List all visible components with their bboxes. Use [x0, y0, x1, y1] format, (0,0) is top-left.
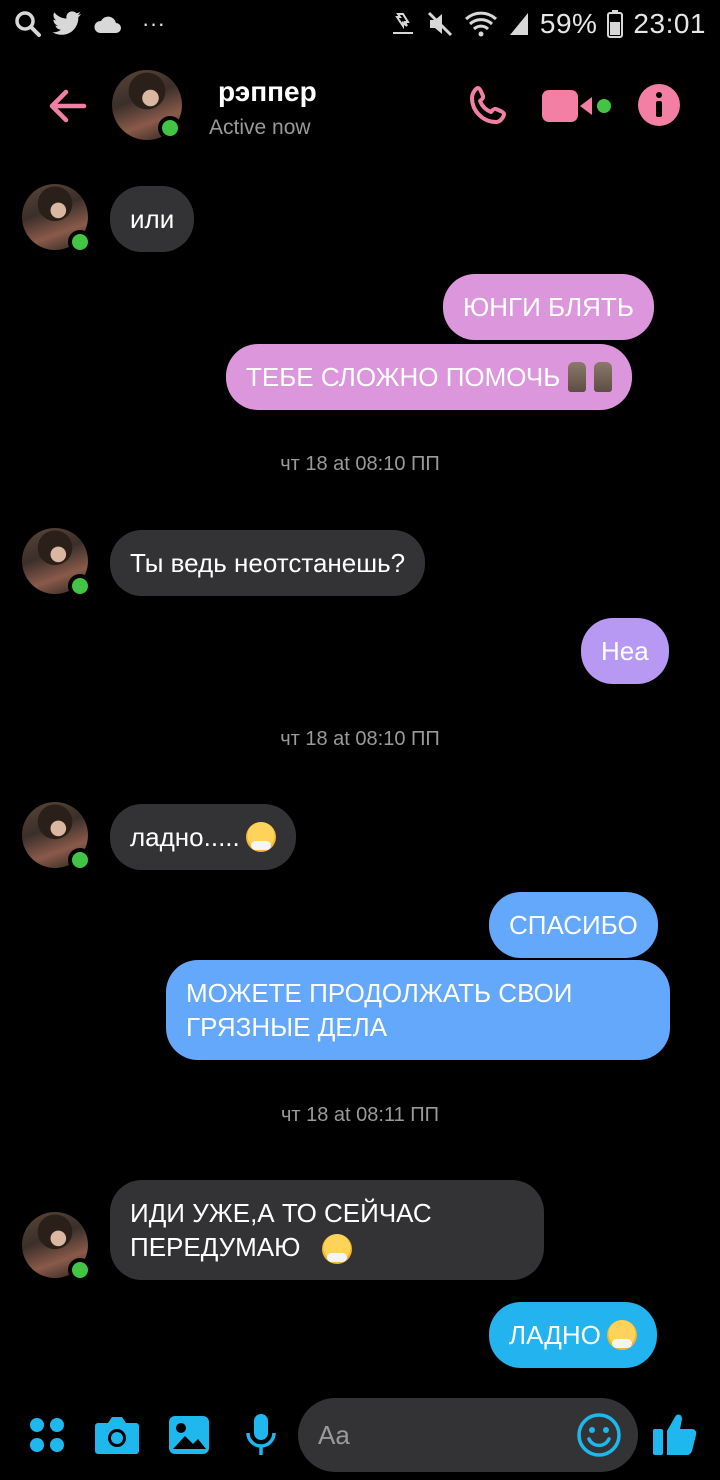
- smiley-icon: [577, 1413, 621, 1457]
- camera-icon: [95, 1417, 139, 1454]
- message-bubble[interactable]: ИДИ УЖЕ,А ТО СЕЙЧАС ПЕРЕДУМАЮ: [110, 1180, 544, 1280]
- voice-message-button[interactable]: [238, 1412, 284, 1458]
- mute-icon: [426, 10, 454, 38]
- message-text: СПАСИБО: [509, 910, 638, 940]
- message-text: МОЖЕТЕ ПРОДОЛЖАТЬ СВОИ ГРЯЗНЫЕ ДЕЛА: [186, 978, 573, 1042]
- timestamp: чт 18 at 08:10 ПП: [280, 728, 440, 750]
- message-text: ЮНГИ БЛЯТЬ: [463, 292, 634, 322]
- online-indicator: [68, 574, 92, 598]
- contact-name[interactable]: рэппер: [218, 76, 317, 108]
- message-bubble[interactable]: Неа: [581, 618, 669, 684]
- angry-face-emoji-icon: [322, 1234, 352, 1264]
- moai-emoji-icon: [568, 362, 587, 392]
- twitter-icon: [52, 11, 82, 37]
- online-indicator: [68, 230, 92, 254]
- gallery-button[interactable]: [166, 1412, 212, 1458]
- message-bubble[interactable]: Ты ведь неотстанешь?: [110, 530, 426, 596]
- more-notifications: ···: [142, 11, 166, 36]
- online-indicator: [68, 848, 92, 872]
- four-dots-icon: [30, 1418, 64, 1452]
- message-text: Ты ведь неотстанешь?: [130, 548, 406, 578]
- video-call-button[interactable]: [542, 86, 616, 126]
- online-indicator: [158, 116, 182, 140]
- image-icon: [169, 1416, 209, 1454]
- message-bubble[interactable]: ТЕБЕ СЛОЖНО ПОМОЧЬ: [226, 344, 633, 410]
- message-text: Неа: [601, 636, 649, 666]
- like-button[interactable]: [650, 1408, 700, 1458]
- data-saver-icon: [390, 11, 416, 37]
- more-actions-button[interactable]: [24, 1412, 70, 1458]
- video-camera-icon: [542, 90, 611, 122]
- composer-bar: [0, 1398, 720, 1474]
- cloud-icon: [92, 14, 122, 34]
- battery-icon: [607, 10, 624, 38]
- sender-avatar[interactable]: [22, 802, 92, 872]
- search-icon: [14, 10, 42, 38]
- phone-icon: [470, 86, 506, 124]
- info-button[interactable]: [636, 82, 682, 128]
- contact-avatar[interactable]: [112, 70, 182, 140]
- info-icon: [638, 84, 680, 126]
- sender-avatar[interactable]: [22, 528, 92, 598]
- conversation-header: рэппер Active now: [0, 60, 720, 156]
- message-bubble[interactable]: ЛАДНО: [489, 1302, 657, 1368]
- moai-emoji-icon: [594, 362, 613, 392]
- sender-avatar[interactable]: [22, 184, 92, 254]
- timestamp: чт 18 at 08:11 ПП: [280, 1104, 440, 1126]
- message-text: ТЕБЕ СЛОЖНО ПОМОЧЬ: [246, 362, 561, 392]
- back-button[interactable]: [44, 82, 92, 130]
- status-bar: ··· 59% 23:01: [0, 0, 720, 48]
- message-text: ладно.....: [130, 822, 240, 852]
- message-bubble[interactable]: МОЖЕТЕ ПРОДОЛЖАТЬ СВОИ ГРЯЗНЫЕ ДЕЛА: [166, 960, 670, 1060]
- voice-call-button[interactable]: [466, 82, 514, 130]
- message-bubble[interactable]: СПАСИБО: [489, 892, 658, 958]
- thumbs-up-icon: [653, 1414, 697, 1455]
- message-bubble[interactable]: ЮНГИ БЛЯТЬ: [443, 274, 654, 340]
- angry-face-emoji-icon: [245, 822, 276, 852]
- wifi-icon: [464, 10, 498, 38]
- message-bubble[interactable]: ладно.....: [110, 804, 296, 870]
- message-text: или: [130, 204, 175, 234]
- arrow-left-icon: [49, 89, 87, 123]
- message-text: ЛАДНО: [509, 1320, 601, 1350]
- battery-percent: 59%: [539, 8, 598, 39]
- angry-face-emoji-icon: [606, 1320, 637, 1350]
- online-indicator: [68, 1258, 92, 1282]
- signal-icon: [508, 11, 530, 37]
- contact-status: Active now: [209, 116, 311, 139]
- camera-button[interactable]: [94, 1412, 140, 1458]
- microphone-icon: [246, 1414, 276, 1455]
- message-input[interactable]: [298, 1398, 568, 1472]
- message-composer[interactable]: [298, 1398, 638, 1472]
- message-bubble[interactable]: или: [110, 186, 195, 252]
- sender-avatar[interactable]: [22, 1212, 92, 1282]
- timestamp: чт 18 at 08:10 ПП: [280, 453, 440, 475]
- clock: 23:01: [633, 8, 706, 39]
- emoji-button[interactable]: [576, 1412, 622, 1458]
